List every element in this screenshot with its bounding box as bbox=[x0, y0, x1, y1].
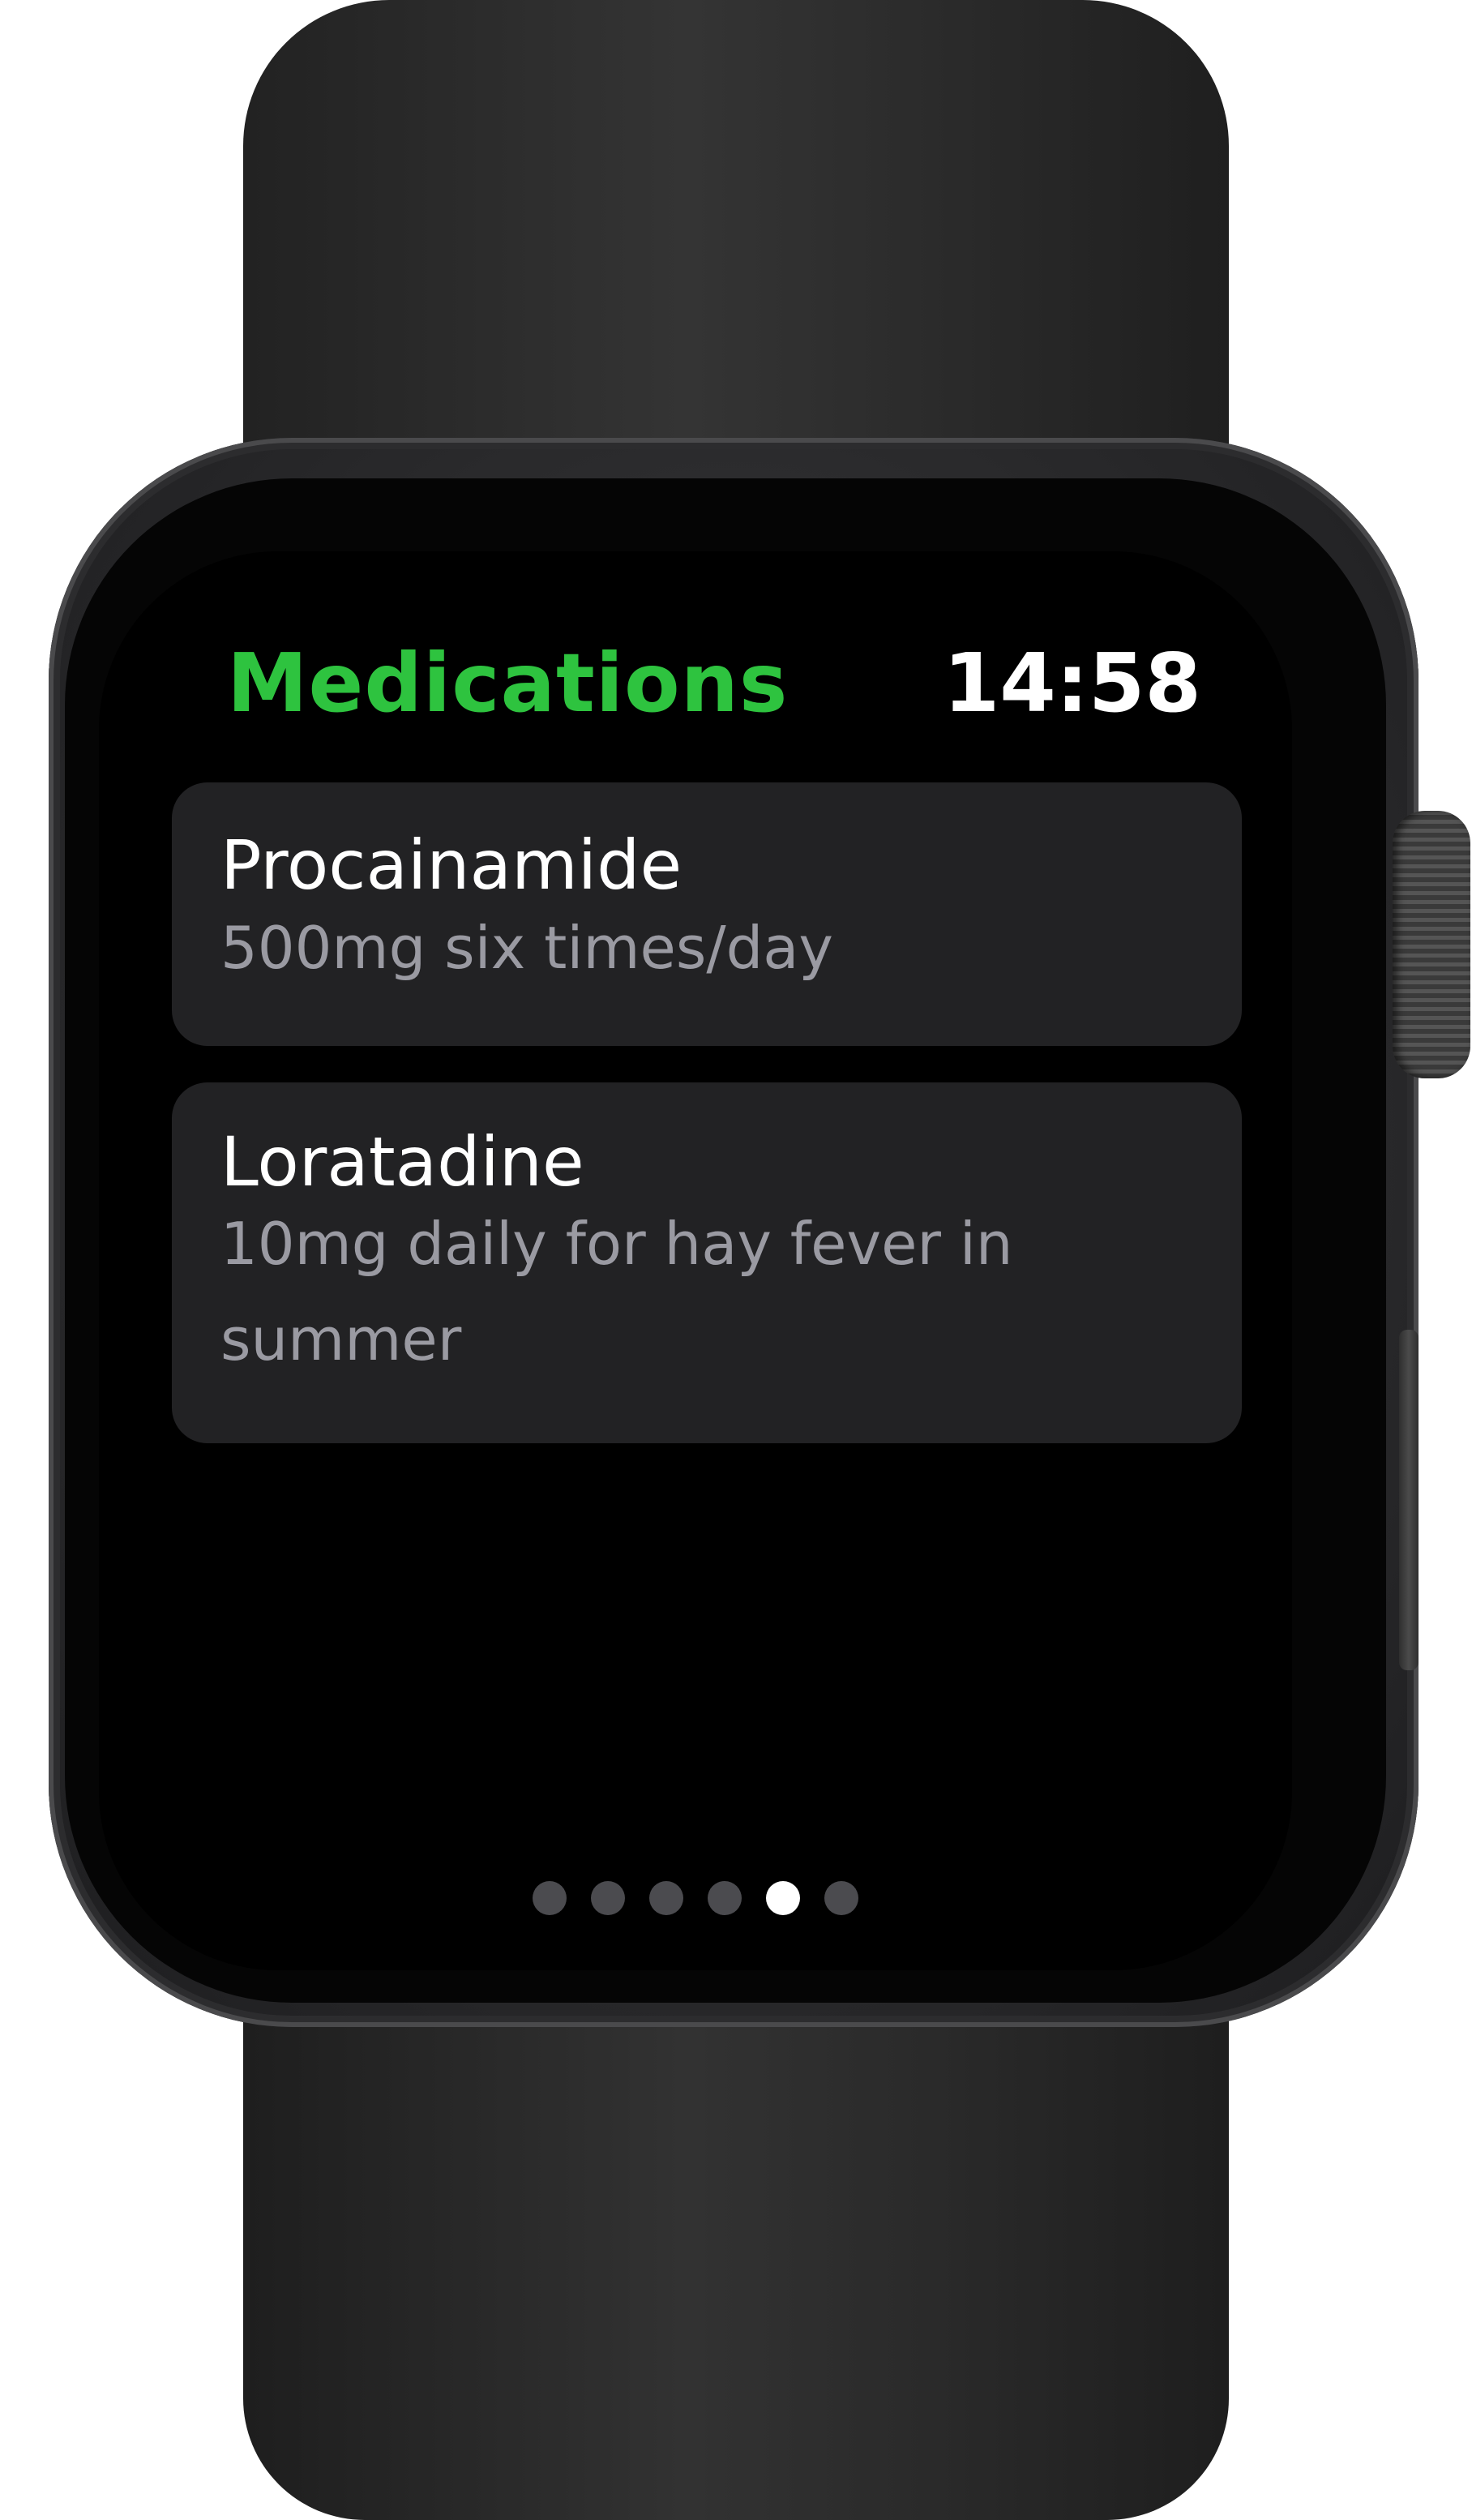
page-dot[interactable] bbox=[766, 1881, 800, 1915]
medication-card[interactable]: Procainamide 500mg six times/day bbox=[172, 782, 1242, 1046]
status-bar: Medications 14:58 bbox=[99, 551, 1292, 795]
watch-screen: Medications 14:58 Procainamide 500mg six… bbox=[99, 551, 1292, 1970]
page-dot[interactable] bbox=[591, 1881, 625, 1915]
page-dot[interactable] bbox=[824, 1881, 858, 1915]
digital-crown[interactable] bbox=[1393, 811, 1470, 1078]
clock-time: 14:58 bbox=[943, 636, 1201, 731]
medication-card[interactable]: Loratadine 10mg daily for hay fever in s… bbox=[172, 1082, 1242, 1443]
apple-watch-device: Medications 14:58 Procainamide 500mg six… bbox=[0, 0, 1472, 2520]
medication-dosage: 10mg daily for hay fever in summer bbox=[220, 1210, 1013, 1374]
medication-name: Loratadine bbox=[220, 1122, 584, 1202]
side-button[interactable] bbox=[1399, 1330, 1419, 1670]
medication-dosage: 500mg six times/day bbox=[220, 914, 834, 982]
page-dot[interactable] bbox=[649, 1881, 683, 1915]
page-indicator bbox=[99, 1881, 1292, 1915]
page-dot[interactable] bbox=[533, 1881, 567, 1915]
medication-name: Procainamide bbox=[220, 825, 683, 905]
page-dot[interactable] bbox=[708, 1881, 742, 1915]
app-title: Medications bbox=[227, 636, 789, 731]
